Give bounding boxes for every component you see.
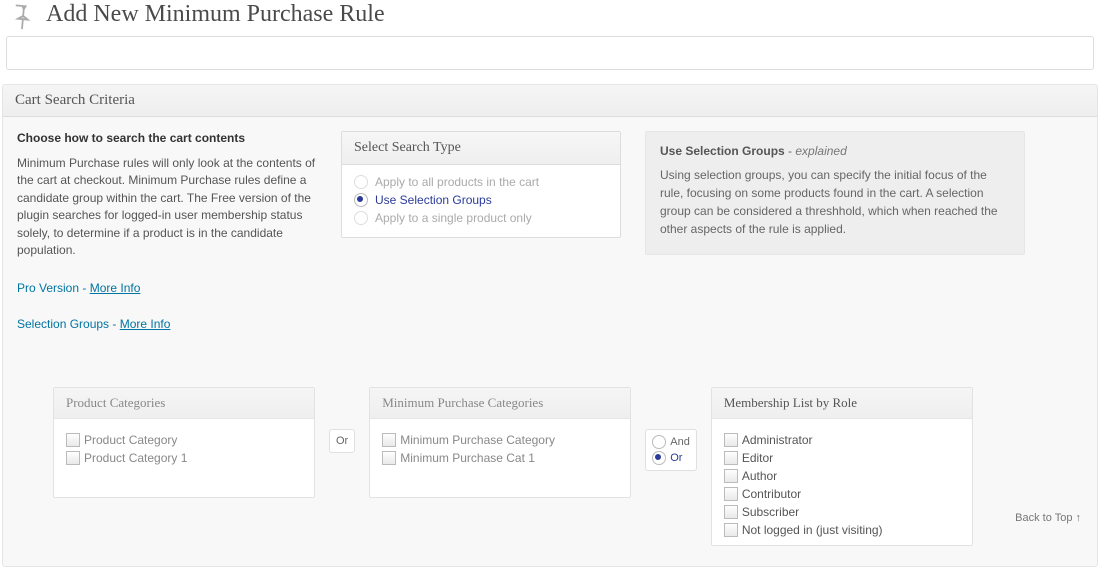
left-body-text: Minimum Purchase rules will only look at… bbox=[17, 155, 317, 259]
radio-icon bbox=[652, 435, 666, 449]
panel-cart-search-criteria: Cart Search Criteria Choose how to searc… bbox=[2, 84, 1098, 567]
pro-version-prefix: Pro Version - bbox=[17, 281, 90, 295]
search-type-option-all-products[interactable]: Apply to all products in the cart bbox=[354, 173, 608, 191]
explain-box: Use Selection Groups - explained Using s… bbox=[645, 131, 1025, 255]
membership-label: Not logged in (just visiting) bbox=[742, 523, 883, 537]
membership-item[interactable]: Not logged in (just visiting) bbox=[724, 521, 960, 539]
membership-header: Membership List by Role bbox=[712, 388, 972, 419]
checkbox-icon bbox=[382, 433, 396, 447]
page-title: Add New Minimum Purchase Rule bbox=[46, 1, 385, 28]
pro-version-more-info-link[interactable]: More Info bbox=[90, 281, 141, 295]
search-type-option-label: Use Selection Groups bbox=[375, 193, 492, 207]
product-categories-panel: Product Categories Product Category Prod… bbox=[53, 387, 315, 498]
connector-label: Or bbox=[670, 452, 682, 464]
search-type-option-label: Apply to a single product only bbox=[375, 211, 532, 225]
search-type-option-label: Apply to all products in the cart bbox=[375, 175, 539, 189]
selection-groups-more-info-link[interactable]: More Info bbox=[120, 317, 171, 331]
product-category-item[interactable]: Product Category bbox=[66, 431, 302, 449]
explain-title-line: Use Selection Groups - explained bbox=[660, 144, 1010, 158]
connector-label: Or bbox=[336, 435, 348, 447]
search-type-column: Select Search Type Apply to all products… bbox=[341, 131, 621, 353]
left-column: Choose how to search the cart contents M… bbox=[17, 131, 317, 353]
membership-item[interactable]: Subscriber bbox=[724, 503, 960, 521]
explain-title-bold: Use Selection Groups bbox=[660, 144, 785, 158]
checkbox-icon bbox=[724, 505, 738, 519]
pro-version-line: Pro Version - More Info bbox=[17, 281, 317, 295]
min-purchase-categories-body: Minimum Purchase Category Minimum Purcha… bbox=[370, 419, 630, 497]
pin-icon bbox=[0, 0, 39, 34]
bottom-row: Product Categories Product Category Prod… bbox=[53, 387, 1083, 546]
product-category-item[interactable]: Product Category 1 bbox=[66, 449, 302, 467]
left-lead: Choose how to search the cart contents bbox=[17, 131, 317, 145]
membership-item[interactable]: Administrator bbox=[724, 431, 960, 449]
min-purchase-categories-panel: Minimum Purchase Categories Minimum Purc… bbox=[369, 387, 631, 498]
checkbox-icon bbox=[724, 469, 738, 483]
panel-title: Cart Search Criteria bbox=[3, 85, 1097, 117]
checkbox-icon bbox=[724, 451, 738, 465]
explain-body: Using selection groups, you can specify … bbox=[660, 166, 1010, 238]
search-type-box: Select Search Type Apply to all products… bbox=[341, 131, 621, 238]
connector-option-and[interactable]: And bbox=[652, 434, 690, 450]
connector-option-or[interactable]: Or bbox=[652, 450, 690, 466]
membership-item[interactable]: Editor bbox=[724, 449, 960, 467]
membership-label: Author bbox=[742, 469, 777, 483]
search-type-header: Select Search Type bbox=[342, 132, 620, 165]
membership-item[interactable]: Contributor bbox=[724, 485, 960, 503]
product-categories-body: Product Category Product Category 1 bbox=[54, 419, 314, 497]
membership-label: Contributor bbox=[742, 487, 801, 501]
selection-groups-prefix: Selection Groups - bbox=[17, 317, 120, 331]
radio-icon bbox=[652, 451, 666, 465]
membership-label: Administrator bbox=[742, 433, 813, 447]
membership-label: Subscriber bbox=[742, 505, 799, 519]
min-purchase-categories-header: Minimum Purchase Categories bbox=[370, 388, 630, 419]
search-type-option-selection-groups[interactable]: Use Selection Groups bbox=[354, 191, 608, 209]
membership-label: Editor bbox=[742, 451, 773, 465]
search-type-option-single-product[interactable]: Apply to a single product only bbox=[354, 209, 608, 227]
membership-panel: Membership List by Role Administrator Ed… bbox=[711, 387, 973, 546]
explain-column: Use Selection Groups - explained Using s… bbox=[645, 131, 1025, 353]
radio-icon bbox=[354, 211, 368, 225]
search-type-options: Apply to all products in the cart Use Se… bbox=[342, 165, 620, 237]
connector-option-or[interactable]: Or bbox=[336, 434, 348, 448]
connector-and-or: And Or bbox=[645, 429, 697, 471]
membership-body: Administrator Editor Author Contrib bbox=[712, 419, 972, 545]
min-purchase-item[interactable]: Minimum Purchase Category bbox=[382, 431, 618, 449]
checkbox-icon bbox=[724, 523, 738, 537]
product-category-label: Product Category 1 bbox=[84, 451, 187, 465]
page-root: Add New Minimum Purchase Rule Cart Searc… bbox=[0, 0, 1100, 567]
top-row: Choose how to search the cart contents M… bbox=[17, 131, 1083, 353]
connector-or-1: Or bbox=[329, 429, 355, 453]
page-header: Add New Minimum Purchase Rule bbox=[0, 0, 1100, 32]
panel-body: Choose how to search the cart contents M… bbox=[3, 117, 1097, 566]
min-purchase-item[interactable]: Minimum Purchase Cat 1 bbox=[382, 449, 618, 467]
radio-icon bbox=[354, 193, 368, 207]
explain-title-italic: explained bbox=[795, 144, 846, 158]
membership-item[interactable]: Author bbox=[724, 467, 960, 485]
selection-groups-line: Selection Groups - More Info bbox=[17, 317, 317, 331]
min-purchase-label: Minimum Purchase Cat 1 bbox=[400, 451, 535, 465]
checkbox-icon bbox=[66, 433, 80, 447]
min-purchase-label: Minimum Purchase Category bbox=[400, 433, 555, 447]
checkbox-icon bbox=[66, 451, 80, 465]
checkbox-icon bbox=[382, 451, 396, 465]
explain-title-dash: - bbox=[785, 144, 796, 158]
checkbox-icon bbox=[724, 487, 738, 501]
checkbox-icon bbox=[724, 433, 738, 447]
product-category-label: Product Category bbox=[84, 433, 177, 447]
radio-icon bbox=[354, 175, 368, 189]
back-to-top-link[interactable]: Back to Top ↑ bbox=[1015, 510, 1081, 527]
rule-title-input[interactable] bbox=[6, 36, 1094, 70]
connector-label: And bbox=[670, 436, 690, 448]
product-categories-header: Product Categories bbox=[54, 388, 314, 419]
title-input-wrap bbox=[0, 32, 1100, 80]
